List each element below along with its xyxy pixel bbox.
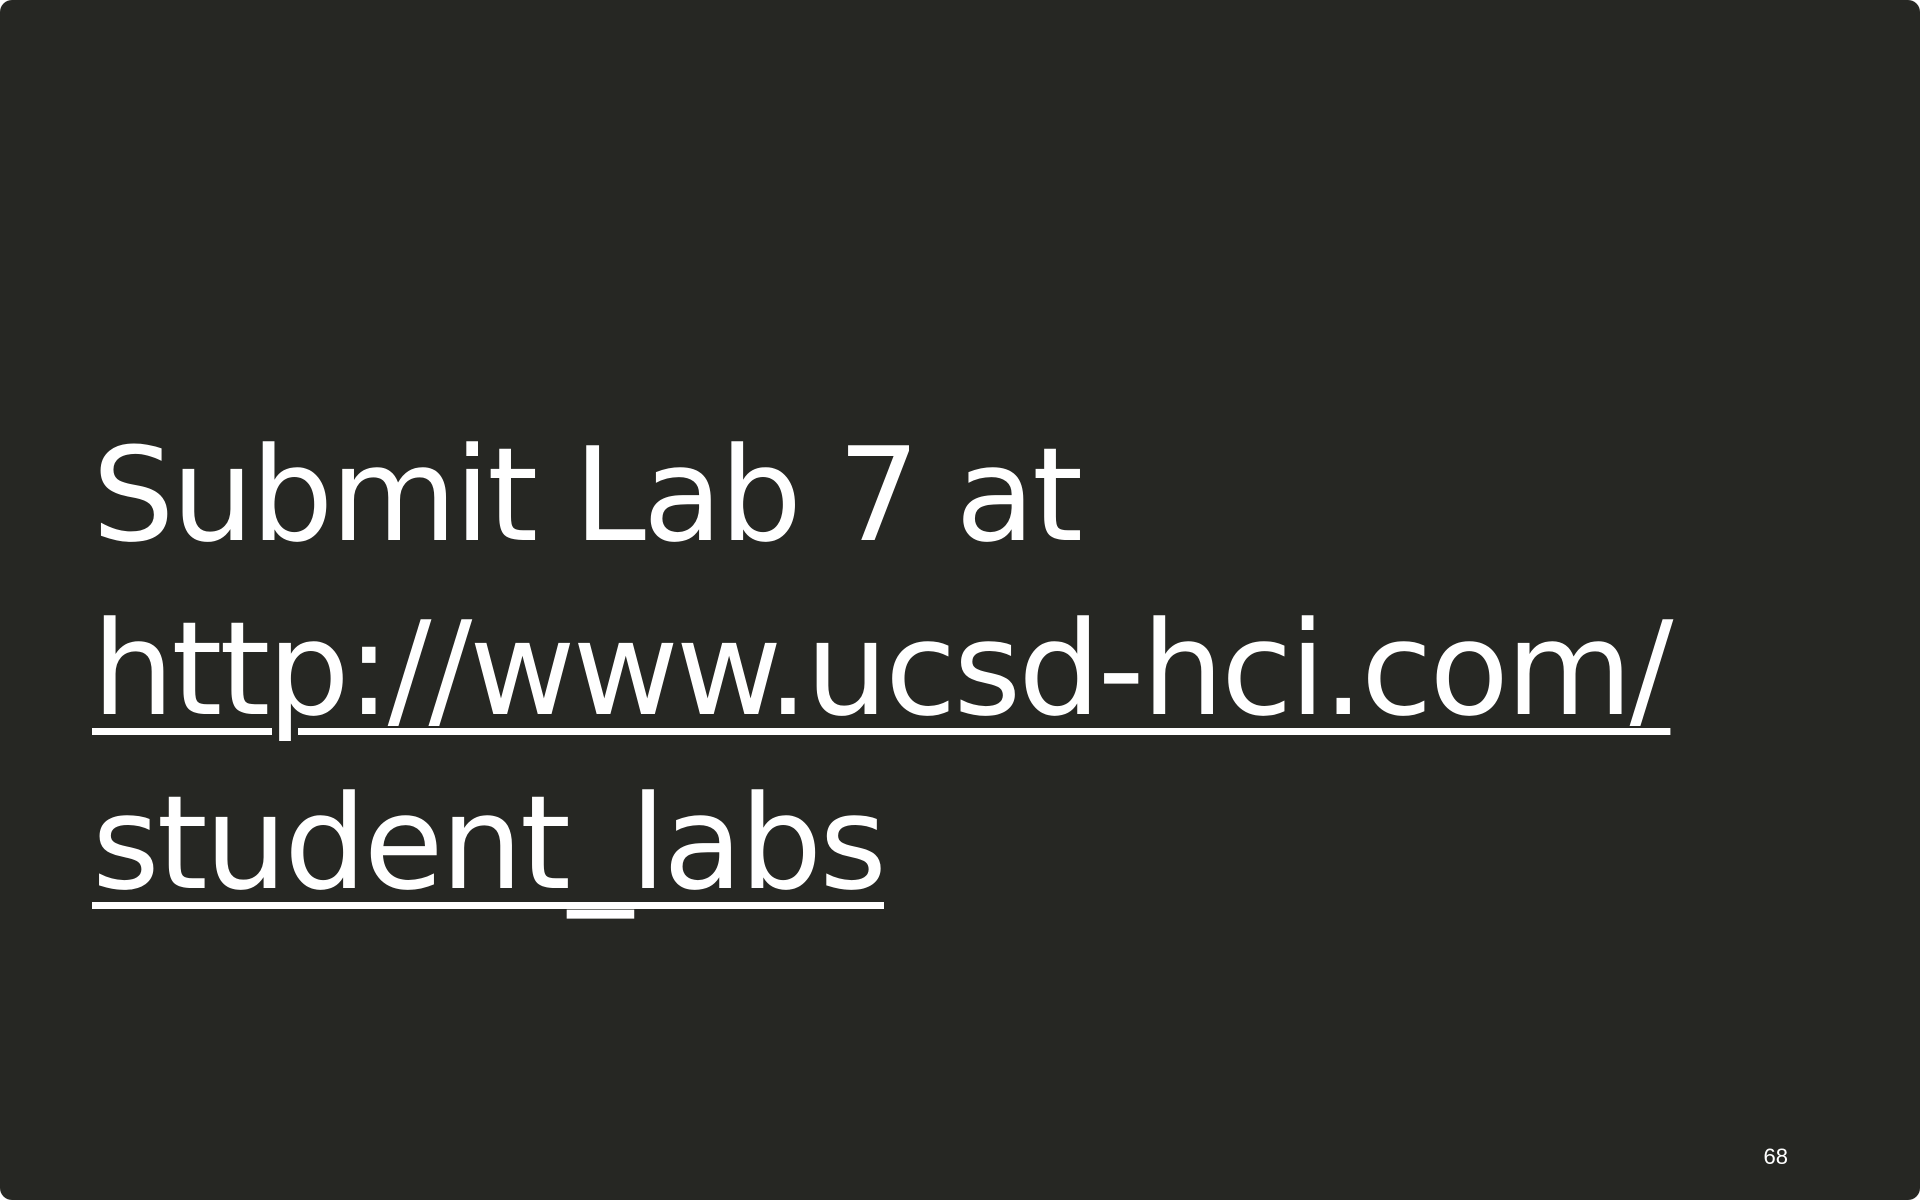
slide: Submit Lab 7 at http://www.ucsd-hci.com/…: [0, 0, 1920, 1200]
slide-page-number: 68: [1763, 1144, 1788, 1169]
slide-body: Submit Lab 7 at http://www.ucsd-hci.com/…: [92, 408, 1852, 930]
submit-instruction-text: Submit Lab 7 at: [92, 419, 1083, 571]
student-labs-link-part-2[interactable]: student_labs: [92, 756, 1852, 930]
student-labs-link-part-1[interactable]: http://www.ucsd-hci.com/: [92, 582, 1852, 756]
